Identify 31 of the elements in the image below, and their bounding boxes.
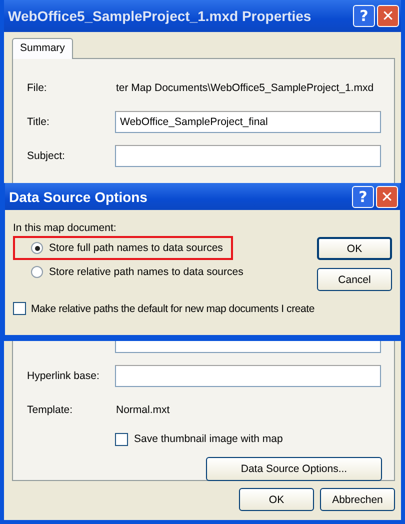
cancel-button[interactable]: Cancel <box>317 268 392 291</box>
checkbox[interactable] <box>13 302 26 315</box>
field-label: File: <box>27 82 48 94</box>
close-button[interactable]: ✕ <box>376 186 398 208</box>
checkbox-label: Make relative paths the default for new map documents I create <box>31 302 315 314</box>
cancel-button[interactable]: Abbrechen <box>320 488 395 511</box>
input-field[interactable]: WebOffice_SampleProject_final <box>115 111 381 133</box>
help-button[interactable]: ? <box>352 186 374 208</box>
radio-button[interactable] <box>31 266 43 278</box>
close-button[interactable]: ✕ <box>377 5 399 27</box>
data-source-options-button[interactable]: Data Source Options... <box>206 457 382 481</box>
checkbox[interactable] <box>115 432 128 446</box>
radio-label: Store full path names to data sources <box>49 242 223 254</box>
ok-button[interactable]: OK <box>317 237 392 260</box>
summary-tab[interactable]: Summary <box>12 38 73 59</box>
field-label: Subject: <box>27 150 66 162</box>
window-title: WebOffice5_SampleProject_1.mxd Properties <box>8 8 312 24</box>
field-value: ter Map Documents\WebOffice5_SampleProject_1.mxd <box>116 82 374 94</box>
input-field[interactable] <box>115 145 381 167</box>
radio-button[interactable] <box>31 242 43 254</box>
input-field[interactable] <box>115 365 381 387</box>
field-label: Title: <box>27 116 50 128</box>
help-button[interactable]: ? <box>353 5 375 27</box>
ok-button[interactable]: OK <box>239 488 314 511</box>
field-label: Hyperlink base: <box>27 370 100 382</box>
window-title: Data Source Options <box>9 188 148 204</box>
radio-label: Store relative path names to data sources <box>49 266 244 278</box>
group-label: In this map document: <box>13 222 118 234</box>
checkbox-label: Save thumbnail image with map <box>134 433 283 445</box>
field-value: Normal.mxt <box>116 404 170 416</box>
field-label: Template: <box>27 404 74 416</box>
